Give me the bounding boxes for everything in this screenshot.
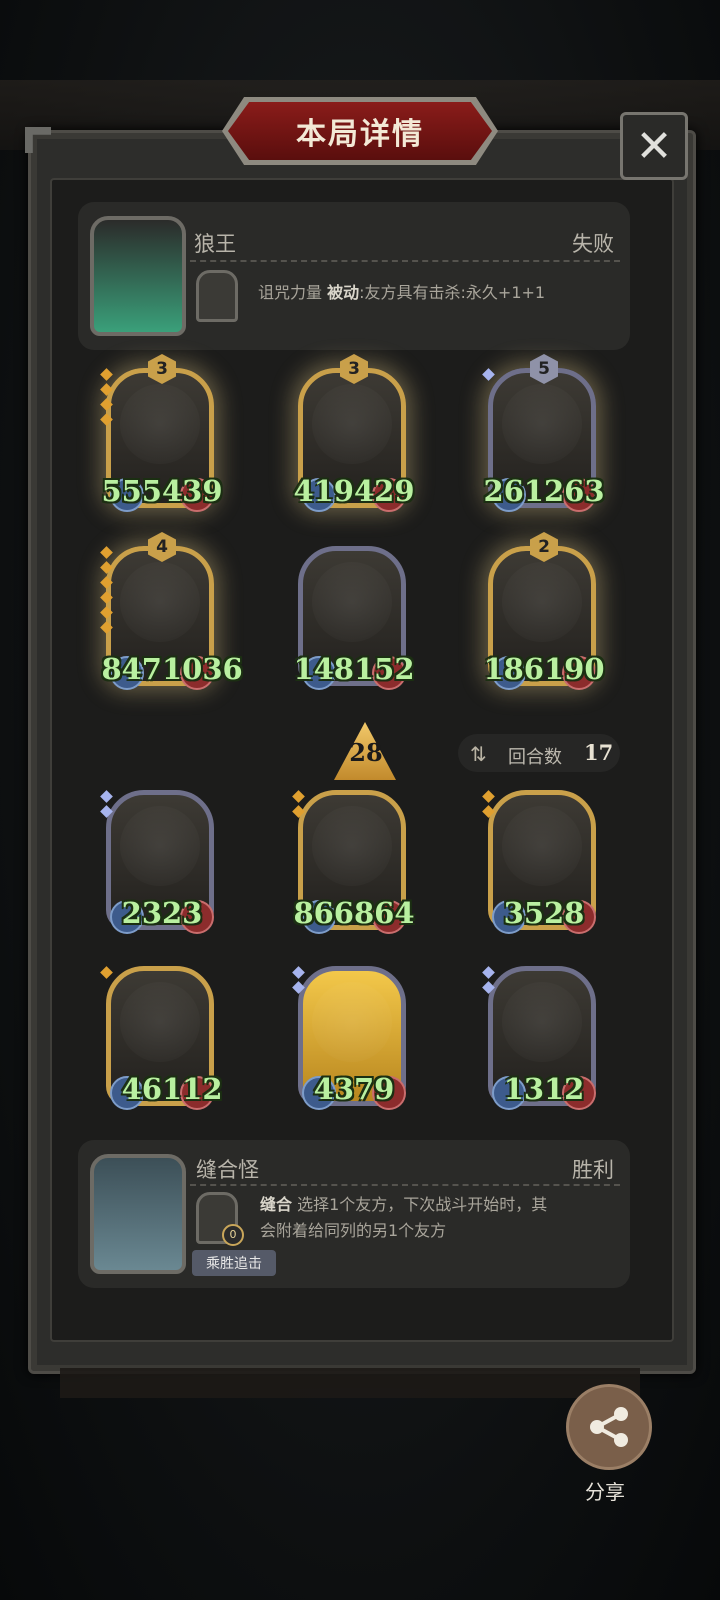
share-icon xyxy=(590,1407,628,1447)
bone-dragon-portrait xyxy=(120,806,200,886)
close-icon: ✕ xyxy=(635,120,673,172)
blue-dragon-portrait xyxy=(312,806,392,886)
player-skill-name: 缝合 xyxy=(260,1195,293,1214)
unit-attack: 35 xyxy=(503,896,544,930)
opponent-result: 失败 xyxy=(572,232,614,256)
unit-pips xyxy=(292,966,305,998)
divider xyxy=(190,1184,620,1186)
share-label: 分享 xyxy=(585,1480,625,1504)
share-button[interactable] xyxy=(566,1384,652,1470)
round-value: 17 xyxy=(584,740,614,765)
unit-health: 112 xyxy=(162,1072,223,1106)
unit-health: 1036 xyxy=(162,652,243,686)
player-result: 胜利 xyxy=(572,1158,614,1182)
opponent-info-card: 狼王 失败 诅咒力量 被动:友方具有击杀:永久+1+1 xyxy=(78,202,630,350)
player-unit-6[interactable]: 13 12 xyxy=(482,958,606,1110)
wolf-skill-icon[interactable] xyxy=(196,270,238,322)
unit-attack: 555 xyxy=(101,474,162,508)
player-info-card: 缝合怪 胜利 0 缝合 选择1个友方，下次战斗开始时，其 会附着给同列的另1个友… xyxy=(78,1140,630,1288)
opponent-skill-text: 诅咒力量 被动:友方具有击杀:永久+1+1 xyxy=(258,280,545,306)
unit-attack: 866 xyxy=(293,896,354,930)
unit-health: 152 xyxy=(354,652,415,686)
red-imp-portrait xyxy=(120,982,200,1062)
unit-attack: 46 xyxy=(121,1072,162,1106)
close-button[interactable]: ✕ xyxy=(620,112,688,180)
player-skill-desc-line1: 选择1个友方，下次战斗开始时，其 xyxy=(297,1195,548,1214)
opponent-unit-6[interactable]: 2 186 190 xyxy=(482,532,606,690)
shield-knight-portrait xyxy=(502,384,582,464)
opponent-unit-1[interactable]: 3 555 439 xyxy=(100,354,224,512)
unit-health: 263 xyxy=(544,474,605,508)
player-skill-desc-line2: 会附着给同列的另1个友方 xyxy=(260,1221,447,1240)
demon-portrait xyxy=(502,982,582,1062)
unit-health: 12 xyxy=(544,1072,585,1106)
red-dragon-portrait xyxy=(502,806,582,886)
skill-counter-badge: 0 xyxy=(222,1224,244,1246)
opponent-unit-2[interactable]: 3 419 429 xyxy=(292,354,416,512)
unit-attack: 148 xyxy=(293,652,354,686)
player-unit-3[interactable]: 35 28 xyxy=(482,782,606,934)
player-unit-5[interactable]: 43 79 xyxy=(292,958,416,1110)
player-unit-4[interactable]: 46 112 xyxy=(100,958,224,1110)
unit-health: 190 xyxy=(544,652,605,686)
unit-attack: 13 xyxy=(503,1072,544,1106)
unit-pips xyxy=(482,966,495,998)
unit-attack: 419 xyxy=(293,474,354,508)
opponent-skill-name: 诅咒力量 xyxy=(258,283,323,302)
unit-health: 23 xyxy=(162,896,203,930)
opponent-skill-type: 被动 xyxy=(327,283,360,302)
opponent-name: 狼王 xyxy=(194,232,236,256)
opponent-unit-3[interactable]: 5 261 263 xyxy=(482,354,606,512)
unit-attack: 261 xyxy=(483,474,544,508)
dialog-title: 本局详情 xyxy=(296,117,424,152)
unit-pips xyxy=(100,966,113,983)
unit-attack: 186 xyxy=(483,652,544,686)
player-unit-1[interactable]: 23 23 xyxy=(100,782,224,934)
unit-health: 439 xyxy=(162,474,223,508)
opponent-unit-4[interactable]: 4 847 1036 xyxy=(100,532,243,690)
golden-dragon-portrait xyxy=(312,982,392,1062)
refresh-icon: ⇅ xyxy=(470,742,487,766)
divider xyxy=(190,260,620,262)
plant-monster-portrait xyxy=(120,562,200,642)
round-label: 回合数 xyxy=(508,747,562,768)
unit-pips xyxy=(292,790,305,822)
unit-pips xyxy=(482,368,495,385)
armored-knight-portrait xyxy=(502,562,582,642)
unit-pips xyxy=(100,790,113,822)
unit-health: 429 xyxy=(354,474,415,508)
unit-health: 28 xyxy=(544,896,585,930)
wizard-portrait xyxy=(120,384,200,464)
title-plate: 本局详情 xyxy=(228,102,492,160)
player-unit-2[interactable]: 866 864 xyxy=(292,782,416,934)
player-name: 缝合怪 xyxy=(196,1158,259,1182)
dragon-rider-portrait xyxy=(312,562,392,642)
unit-pips xyxy=(100,368,113,430)
opponent-skill-desc: :友方具有击杀:永久+1+1 xyxy=(359,283,546,302)
bonus-tag: 乘胜追击 xyxy=(192,1250,276,1276)
elf-portrait xyxy=(312,384,392,464)
opponent-portrait xyxy=(90,216,186,336)
gold-value: 28 xyxy=(349,738,383,767)
unit-attack: 23 xyxy=(121,896,162,930)
unit-pips xyxy=(100,546,113,638)
unit-pips xyxy=(482,790,495,822)
player-skill-text: 缝合 选择1个友方，下次战斗开始时，其 会附着给同列的另1个友方 xyxy=(260,1192,620,1244)
unit-attack: 847 xyxy=(101,652,162,686)
bottom-board xyxy=(60,1368,640,1398)
opponent-unit-5[interactable]: 148 152 xyxy=(292,538,416,690)
unit-attack: 43 xyxy=(313,1072,354,1106)
frame-corner xyxy=(25,127,51,153)
unit-health: 79 xyxy=(354,1072,395,1106)
unit-health: 864 xyxy=(354,896,415,930)
player-portrait xyxy=(90,1154,186,1274)
